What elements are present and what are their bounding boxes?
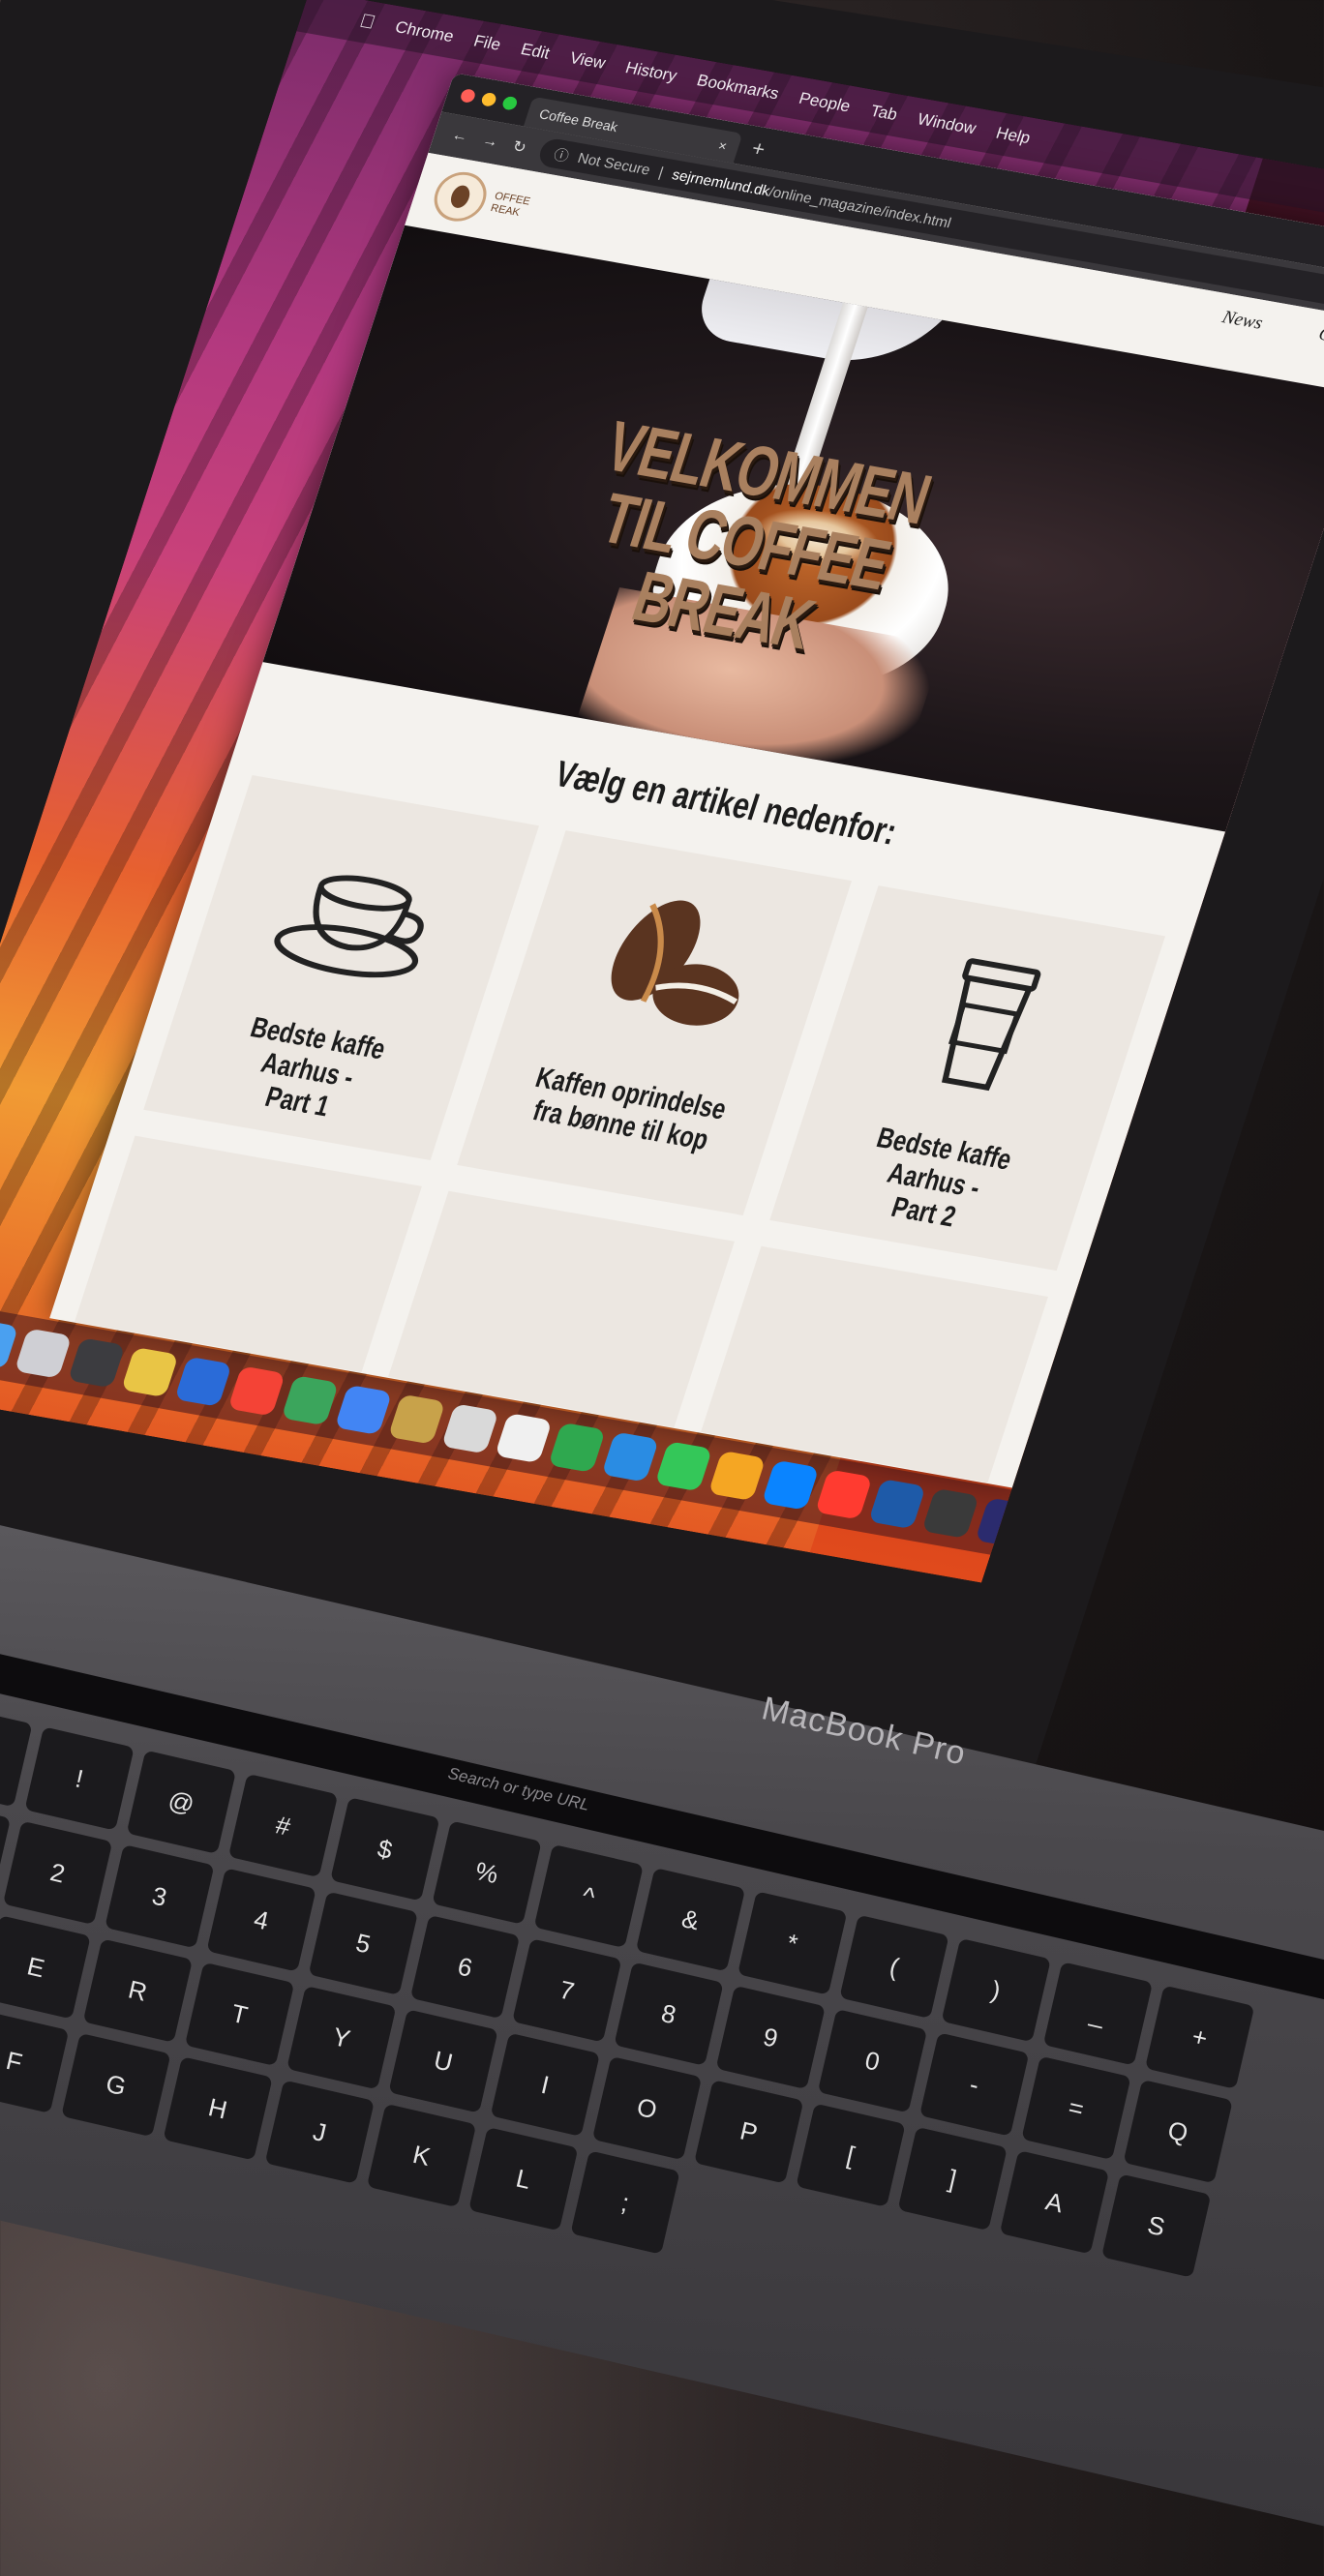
keyboard-key[interactable]: 0 bbox=[817, 2009, 928, 2113]
menu-app-name[interactable]: Chrome bbox=[393, 17, 456, 46]
keyboard-key[interactable]: L bbox=[468, 2127, 579, 2232]
dock-app-icon[interactable] bbox=[174, 1356, 232, 1407]
article-title-part-1: Bedste kaffe Aarhus - Part 1 bbox=[246, 1011, 390, 1123]
keyboard-key[interactable]: A bbox=[999, 2150, 1110, 2255]
takeaway-cup-icon bbox=[941, 958, 1041, 1092]
tab-title: Coffee Break bbox=[537, 105, 620, 135]
dock-app-icon[interactable] bbox=[654, 1441, 713, 1492]
keyboard-key[interactable]: F bbox=[0, 2009, 70, 2113]
keyboard-key[interactable]: H bbox=[163, 2056, 273, 2161]
keyboard-key[interactable]: I bbox=[490, 2032, 600, 2137]
forward-arrow-icon[interactable]: → bbox=[480, 133, 500, 152]
coffee-cup-saucer-icon bbox=[274, 875, 425, 978]
keyboard-key[interactable]: O bbox=[591, 2055, 703, 2161]
menu-window[interactable]: Window bbox=[915, 110, 978, 139]
keyboard-key[interactable]: R bbox=[82, 1938, 194, 2043]
keyboard-key[interactable]: ; bbox=[570, 2150, 680, 2255]
dock-app-icon[interactable] bbox=[0, 1318, 19, 1369]
coffee-bean-logo-icon bbox=[448, 184, 473, 210]
keyboard-key[interactable]: 3 bbox=[105, 1844, 215, 1949]
dock-app-icon[interactable] bbox=[14, 1328, 73, 1379]
keyboard-key[interactable]: K bbox=[366, 2103, 477, 2208]
apple-icon[interactable]:  bbox=[357, 11, 378, 35]
minimize-window-button[interactable] bbox=[480, 91, 498, 107]
dock-app-icon[interactable] bbox=[1242, 1544, 1300, 1583]
keyboard-key[interactable]: T bbox=[184, 1962, 295, 2067]
keyboard-key[interactable]: 8 bbox=[614, 1962, 724, 2066]
reload-icon[interactable]: ↻ bbox=[510, 136, 528, 158]
dock-app-icon[interactable] bbox=[334, 1384, 393, 1435]
keyboard-key[interactable]: E bbox=[0, 1915, 91, 2020]
close-window-button[interactable] bbox=[459, 88, 477, 104]
keyboard-key[interactable]: 6 bbox=[409, 1914, 521, 2020]
keyboard-key[interactable]: = bbox=[1021, 2055, 1131, 2161]
keyboard-key[interactable]: 4 bbox=[206, 1868, 316, 1972]
dock-app-icon[interactable] bbox=[440, 1403, 499, 1454]
keyboard-key[interactable]: Q bbox=[1123, 2079, 1233, 2184]
dock-app-icon[interactable] bbox=[548, 1422, 606, 1473]
dock-app-icon[interactable] bbox=[387, 1393, 446, 1445]
menu-file[interactable]: File bbox=[471, 32, 503, 55]
keyboard-key[interactable]: 7 bbox=[512, 1938, 622, 2043]
menu-view[interactable]: View bbox=[567, 48, 608, 74]
tab-close-icon[interactable]: × bbox=[716, 137, 729, 154]
keyboard-key[interactable]: [ bbox=[796, 2103, 906, 2207]
window-controls bbox=[459, 88, 519, 111]
menu-tab[interactable]: Tab bbox=[868, 102, 900, 125]
maximize-window-button[interactable] bbox=[500, 95, 519, 111]
info-icon[interactable]: ⓘ bbox=[552, 143, 572, 165]
dock-app-icon[interactable] bbox=[67, 1337, 126, 1389]
dock-app-icon[interactable] bbox=[227, 1365, 286, 1417]
dock-app-icon[interactable] bbox=[707, 1450, 767, 1502]
menu-edit[interactable]: Edit bbox=[518, 40, 553, 63]
menu-bookmarks[interactable]: Bookmarks bbox=[694, 71, 782, 104]
keyboard-key[interactable]: ] bbox=[897, 2126, 1008, 2232]
keyboard-key[interactable]: Y bbox=[286, 1986, 397, 2090]
hero-title: VELKOMMEN TIL COFFEE BREAK bbox=[591, 405, 940, 665]
dock-app-icon[interactable] bbox=[1295, 1553, 1324, 1583]
menu-people[interactable]: People bbox=[797, 89, 853, 116]
dock-app-icon[interactable] bbox=[761, 1459, 820, 1511]
keyboard-key[interactable]: J bbox=[264, 2080, 375, 2184]
keyboard-key[interactable]: 2 bbox=[2, 1820, 113, 1926]
url-host: sejrnemlund.dk bbox=[670, 165, 772, 199]
dock-app-icon[interactable] bbox=[1188, 1535, 1247, 1583]
keyboard-key[interactable]: G bbox=[61, 2032, 171, 2138]
keyboard-key[interactable]: S bbox=[1100, 2173, 1212, 2278]
logo-text: OFFEE REAK bbox=[489, 190, 532, 219]
menu-help[interactable]: Help bbox=[993, 124, 1033, 148]
keyboard-key[interactable]: 5 bbox=[308, 1891, 418, 1995]
dock-app-icon[interactable] bbox=[921, 1487, 979, 1539]
keyboard-key[interactable]: U bbox=[388, 2009, 498, 2113]
dock-app-icon[interactable] bbox=[495, 1413, 553, 1464]
article-title-part-2: Bedste kaffe Aarhus - Part 2 bbox=[873, 1122, 1016, 1234]
keyboard-key[interactable]: - bbox=[919, 2032, 1030, 2137]
new-tab-button[interactable]: + bbox=[748, 135, 768, 162]
dock-app-icon[interactable] bbox=[601, 1431, 660, 1483]
menu-history[interactable]: History bbox=[623, 58, 679, 85]
coffee-beans-icon bbox=[611, 900, 739, 1026]
keyboard-key[interactable]: 9 bbox=[715, 1985, 826, 2090]
dock-app-icon[interactable] bbox=[281, 1375, 340, 1426]
site-logo[interactable] bbox=[427, 167, 494, 225]
article-title-origin: Kaffen oprindelse fra bønne til kop bbox=[528, 1062, 731, 1156]
back-arrow-icon[interactable]: ← bbox=[449, 127, 470, 146]
dock-app-icon[interactable] bbox=[814, 1469, 873, 1520]
dock-app-icon[interactable] bbox=[1134, 1525, 1193, 1576]
url-divider: | bbox=[656, 164, 666, 181]
dock-app-icon[interactable] bbox=[868, 1479, 926, 1530]
dock-app-icon[interactable] bbox=[121, 1346, 179, 1398]
security-label: Not Secure bbox=[575, 149, 653, 179]
keyboard-key[interactable]: P bbox=[694, 2080, 804, 2184]
